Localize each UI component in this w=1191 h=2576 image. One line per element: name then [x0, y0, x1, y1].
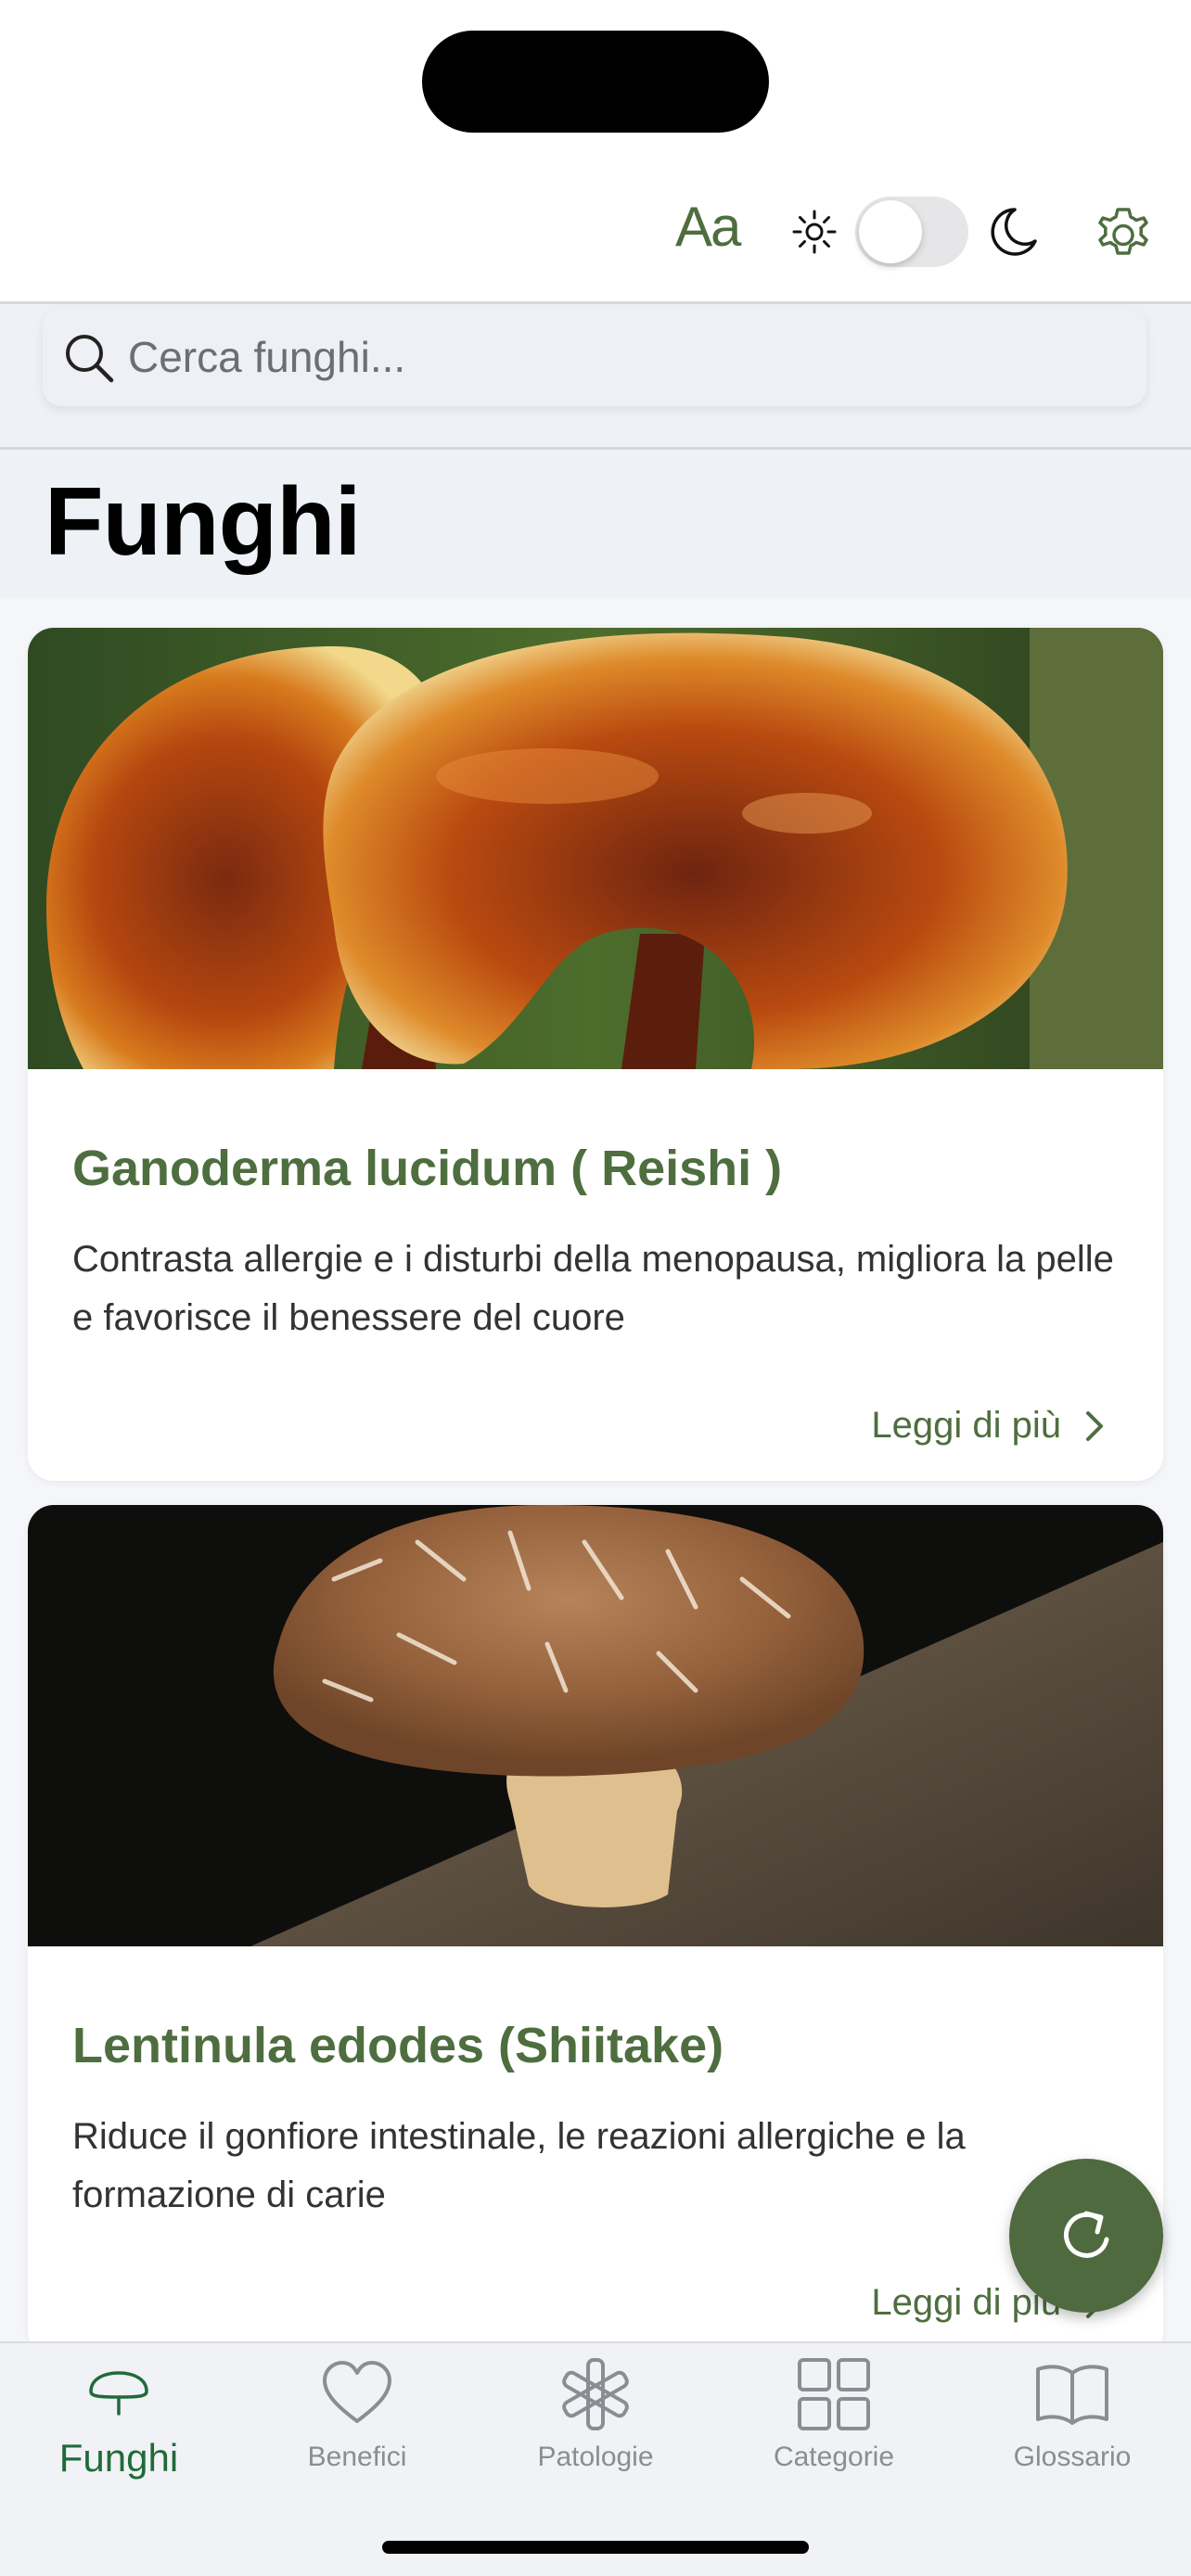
- mushroom-list: Ganoderma lucidum ( Reishi ) Contrasta a…: [0, 598, 1191, 2341]
- medical-star-icon: [562, 2358, 629, 2430]
- heart-icon: [323, 2361, 391, 2423]
- moon-icon: [991, 208, 1037, 256]
- tab-glossario[interactable]: Glossario: [954, 2354, 1191, 2503]
- tab-patologie[interactable]: Patologie: [477, 2354, 714, 2503]
- card-title: Lentinula edodes (Shiitake): [72, 2018, 724, 2073]
- theme-toggle[interactable]: [855, 197, 968, 267]
- tab-funghi[interactable]: Funghi: [0, 2354, 237, 2503]
- chevron-right-icon: [1086, 1410, 1103, 1441]
- shiitake-image: [28, 1505, 1163, 1946]
- font-size-button[interactable]: Aa: [675, 195, 741, 259]
- header-divider: [0, 301, 1191, 304]
- sun-icon: [792, 210, 837, 254]
- card-description: Contrasta allergie e i disturbi della me…: [72, 1239, 1114, 1338]
- read-more-link[interactable]: Leggi di più: [871, 1405, 1111, 1447]
- search-input[interactable]: [128, 328, 1130, 386]
- card-title: Ganoderma lucidum ( Reishi ): [72, 1141, 783, 1196]
- dynamic-island: [422, 31, 769, 133]
- refresh-icon: [1064, 2211, 1109, 2258]
- tab-label: Glossario: [1013, 2442, 1132, 2472]
- reishi-image: [28, 628, 1163, 1069]
- search-bar[interactable]: [43, 308, 1146, 406]
- toggle-knob: [859, 200, 922, 263]
- book-icon: [1036, 2365, 1108, 2425]
- tab-label: Funghi: [58, 2436, 179, 2480]
- search-icon: [66, 335, 114, 383]
- gear-icon[interactable]: [1091, 200, 1156, 265]
- mushroom-card[interactable]: Lentinula edodes (Shiitake) Riduce il go…: [28, 1505, 1163, 2341]
- header-area: Aa: [0, 0, 1191, 406]
- refresh-button[interactable]: [1009, 2159, 1163, 2313]
- card-description: Riduce il gonfiore intestinale, le reazi…: [72, 2116, 966, 2215]
- tab-label: Benefici: [307, 2442, 407, 2472]
- tab-label: Categorie: [773, 2442, 895, 2472]
- tab-label: Patologie: [537, 2442, 654, 2472]
- search-divider: [0, 447, 1191, 450]
- mushroom-card[interactable]: Ganoderma lucidum ( Reishi ) Contrasta a…: [28, 628, 1163, 1481]
- read-more-label: Leggi di più: [871, 1405, 1061, 1446]
- grid-icon: [798, 2358, 870, 2430]
- mushroom-icon: [89, 2371, 148, 2416]
- home-indicator[interactable]: [382, 2541, 809, 2554]
- tab-benefici[interactable]: Benefici: [238, 2354, 476, 2503]
- tab-categorie[interactable]: Categorie: [715, 2354, 953, 2503]
- page-title: Funghi: [45, 468, 362, 576]
